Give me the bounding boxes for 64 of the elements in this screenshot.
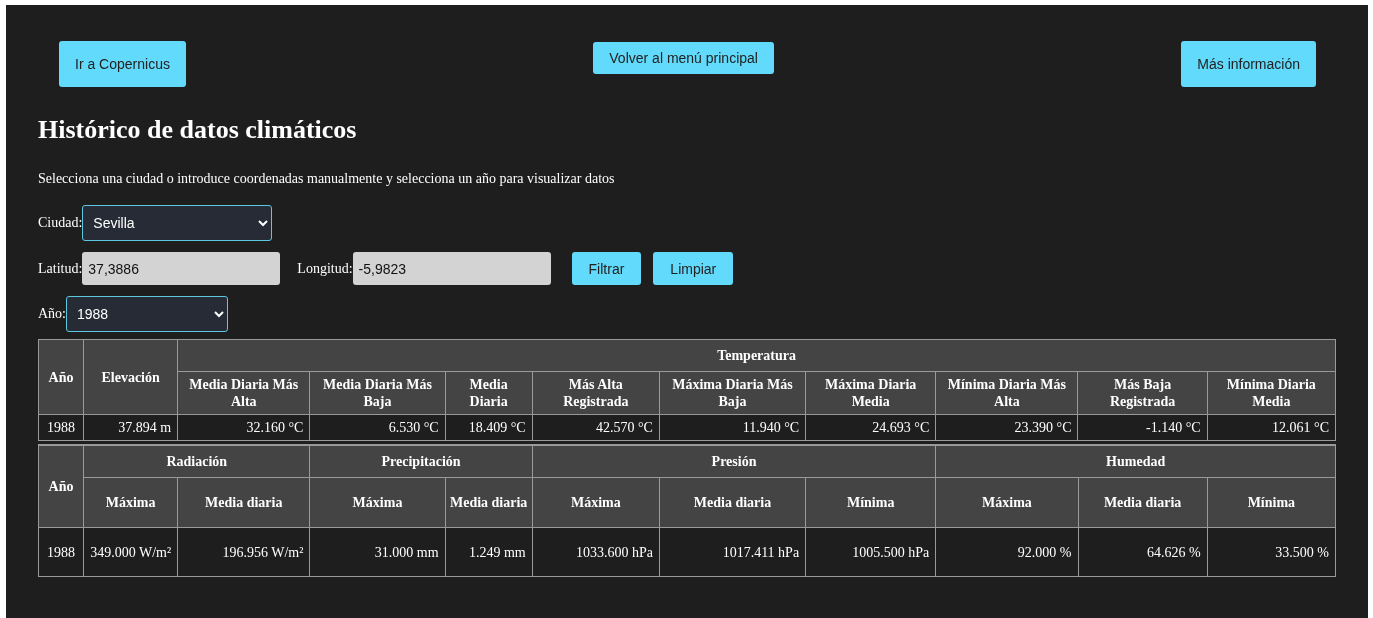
column-header: Máxima: [309, 477, 446, 528]
column-header: Máxima: [83, 477, 178, 528]
table-cell: 31.000 mm: [309, 527, 446, 577]
table-cell: 24.693 °C: [805, 414, 936, 441]
column-header: Más Alta Registrada: [532, 371, 660, 415]
table-cell: 32.160 °C: [177, 414, 310, 441]
column-header: Máxima Diaria Más Baja: [659, 371, 806, 415]
table-cell: -1.140 °C: [1078, 414, 1208, 441]
table-cell: 37.894 m: [83, 414, 178, 441]
table-cell: 33.500 %: [1207, 527, 1336, 577]
table-cell: 1988: [38, 527, 84, 577]
column-header: Media diaria: [659, 477, 806, 528]
column-header: Mínima Diaria Media: [1207, 371, 1336, 415]
column-header: Mínima: [805, 477, 936, 528]
group-header: Temperatura: [177, 339, 1336, 372]
filter-button[interactable]: Filtrar: [571, 252, 642, 285]
nav-button[interactable]: Volver al menú principal: [593, 42, 774, 74]
table-cell: 92.000 %: [935, 527, 1078, 577]
table-cell: 1033.600 hPa: [532, 527, 660, 577]
column-header: Año: [38, 445, 84, 528]
column-header: Media Diaria Más Alta: [177, 371, 310, 415]
column-header: Año: [38, 339, 84, 415]
latitude-label: Latitud:: [38, 260, 83, 277]
table-cell: 23.390 °C: [935, 414, 1078, 441]
table-cell: 1988: [38, 414, 84, 441]
latitude-field[interactable]: 37,3886: [82, 252, 281, 285]
column-header: Media diaria: [445, 477, 533, 528]
column-header: Media diaria: [177, 477, 310, 528]
table-cell: 1017.411 hPa: [659, 527, 806, 577]
longitude-label: Longitud:: [297, 260, 353, 277]
year-select[interactable]: 1988: [66, 296, 228, 332]
table-cell: 12.061 °C: [1207, 414, 1336, 441]
page-title: Histórico de datos climáticos: [38, 115, 358, 145]
column-header: Media Diaria: [445, 371, 533, 415]
year-label: Año:: [38, 306, 66, 322]
table-cell: 1005.500 hPa: [805, 527, 936, 577]
longitude-field[interactable]: -5,9823: [352, 252, 551, 285]
city-label: Ciudad:: [38, 215, 83, 231]
column-header: Media Diaria Más Baja: [309, 371, 446, 415]
column-header: Máxima Diaria Media: [805, 371, 936, 415]
column-header: Media diaria: [1078, 477, 1208, 528]
group-header: Precipitación: [309, 445, 533, 478]
nav-button[interactable]: Ir a Copernicus: [59, 41, 186, 87]
column-header: Más Baja Registrada: [1078, 371, 1208, 415]
table-cell: 1.249 mm: [445, 527, 533, 577]
table-cell: 64.626 %: [1078, 527, 1208, 577]
table-cell: 196.956 W/m²: [177, 527, 310, 577]
clear-button[interactable]: Limpiar: [653, 252, 734, 285]
nav-button[interactable]: Más información: [1181, 41, 1316, 87]
table-cell: 6.530 °C: [309, 414, 446, 441]
city-select[interactable]: Sevilla: [82, 205, 273, 241]
column-header: Mínima Diaria Más Alta: [935, 371, 1078, 415]
column-header: Elevación: [83, 339, 178, 415]
table-cell: 18.409 °C: [445, 414, 533, 441]
group-header: Presión: [532, 445, 936, 478]
table-cell: 349.000 W/m²: [83, 527, 178, 577]
group-header: Humedad: [935, 445, 1336, 478]
group-header: Radiación: [83, 445, 310, 478]
table-cell: 42.570 °C: [532, 414, 660, 441]
instructions-text: Selecciona una ciudad o introduce coordenadas manualmente y selecciona un año para visualizar datos: [38, 171, 616, 187]
column-header: Máxima: [935, 477, 1078, 528]
column-header: Mínima: [1207, 477, 1336, 528]
column-header: Máxima: [532, 477, 660, 528]
table-cell: 11.940 °C: [659, 414, 806, 441]
